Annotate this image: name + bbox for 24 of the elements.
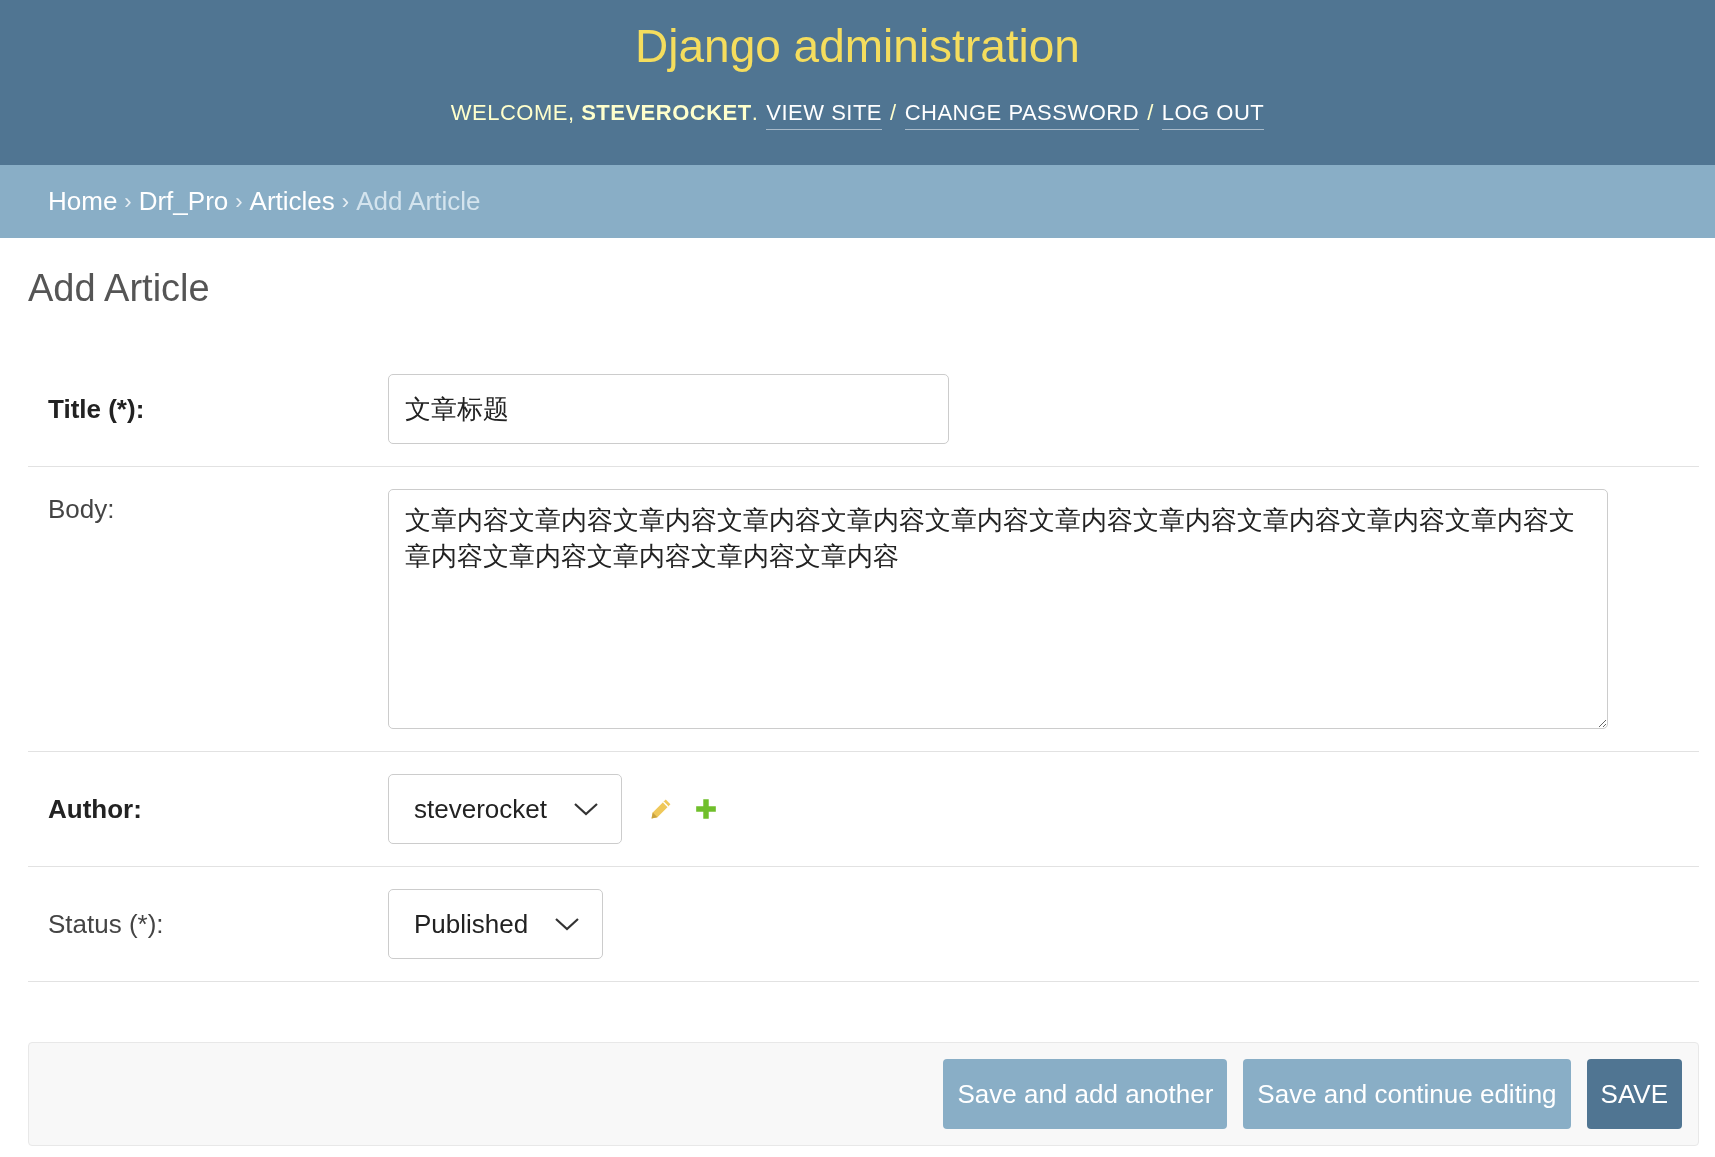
field-label: Status (*): bbox=[48, 908, 165, 941]
breadcrumb-separator: › bbox=[235, 188, 243, 215]
select-dropdown[interactable]: steverocket bbox=[388, 774, 622, 844]
breadcrumb-current: Add Article bbox=[356, 186, 481, 217]
field-label: Title (*): bbox=[48, 393, 146, 426]
header-link[interactable]: VIEW SITE bbox=[766, 100, 883, 130]
select-dropdown[interactable]: Published bbox=[388, 889, 604, 959]
welcome-text: WELCOME, STEVEROCKET. bbox=[450, 100, 759, 126]
field-label: Body: bbox=[48, 493, 116, 526]
header-link[interactable]: LOG OUT bbox=[1161, 100, 1265, 130]
breadcrumb-separator: › bbox=[341, 188, 350, 215]
text-input[interactable]: 文章标题 bbox=[388, 374, 949, 444]
chevron-down-icon bbox=[554, 916, 581, 932]
textarea-input[interactable]: 文章内容文章内容文章内容文章内容文章内容文章内容文章内容文章内容文章内容文章内容文章内容文章内容文章内容文章内容文章内容文章内容 bbox=[388, 489, 1608, 729]
header-link[interactable]: CHANGE PASSWORD bbox=[904, 100, 1140, 130]
breadcrumb-separator: › bbox=[124, 188, 132, 215]
chevron-down-icon bbox=[572, 801, 599, 817]
page-heading: Add Article bbox=[28, 266, 210, 311]
separator-text: / bbox=[1147, 100, 1154, 126]
site-title: Django administration bbox=[635, 19, 1080, 74]
field-label: Author: bbox=[48, 793, 143, 826]
save-button[interactable]: SAVE bbox=[1586, 1059, 1682, 1129]
separator-text: / bbox=[890, 100, 897, 126]
plus-icon[interactable] bbox=[693, 797, 718, 821]
